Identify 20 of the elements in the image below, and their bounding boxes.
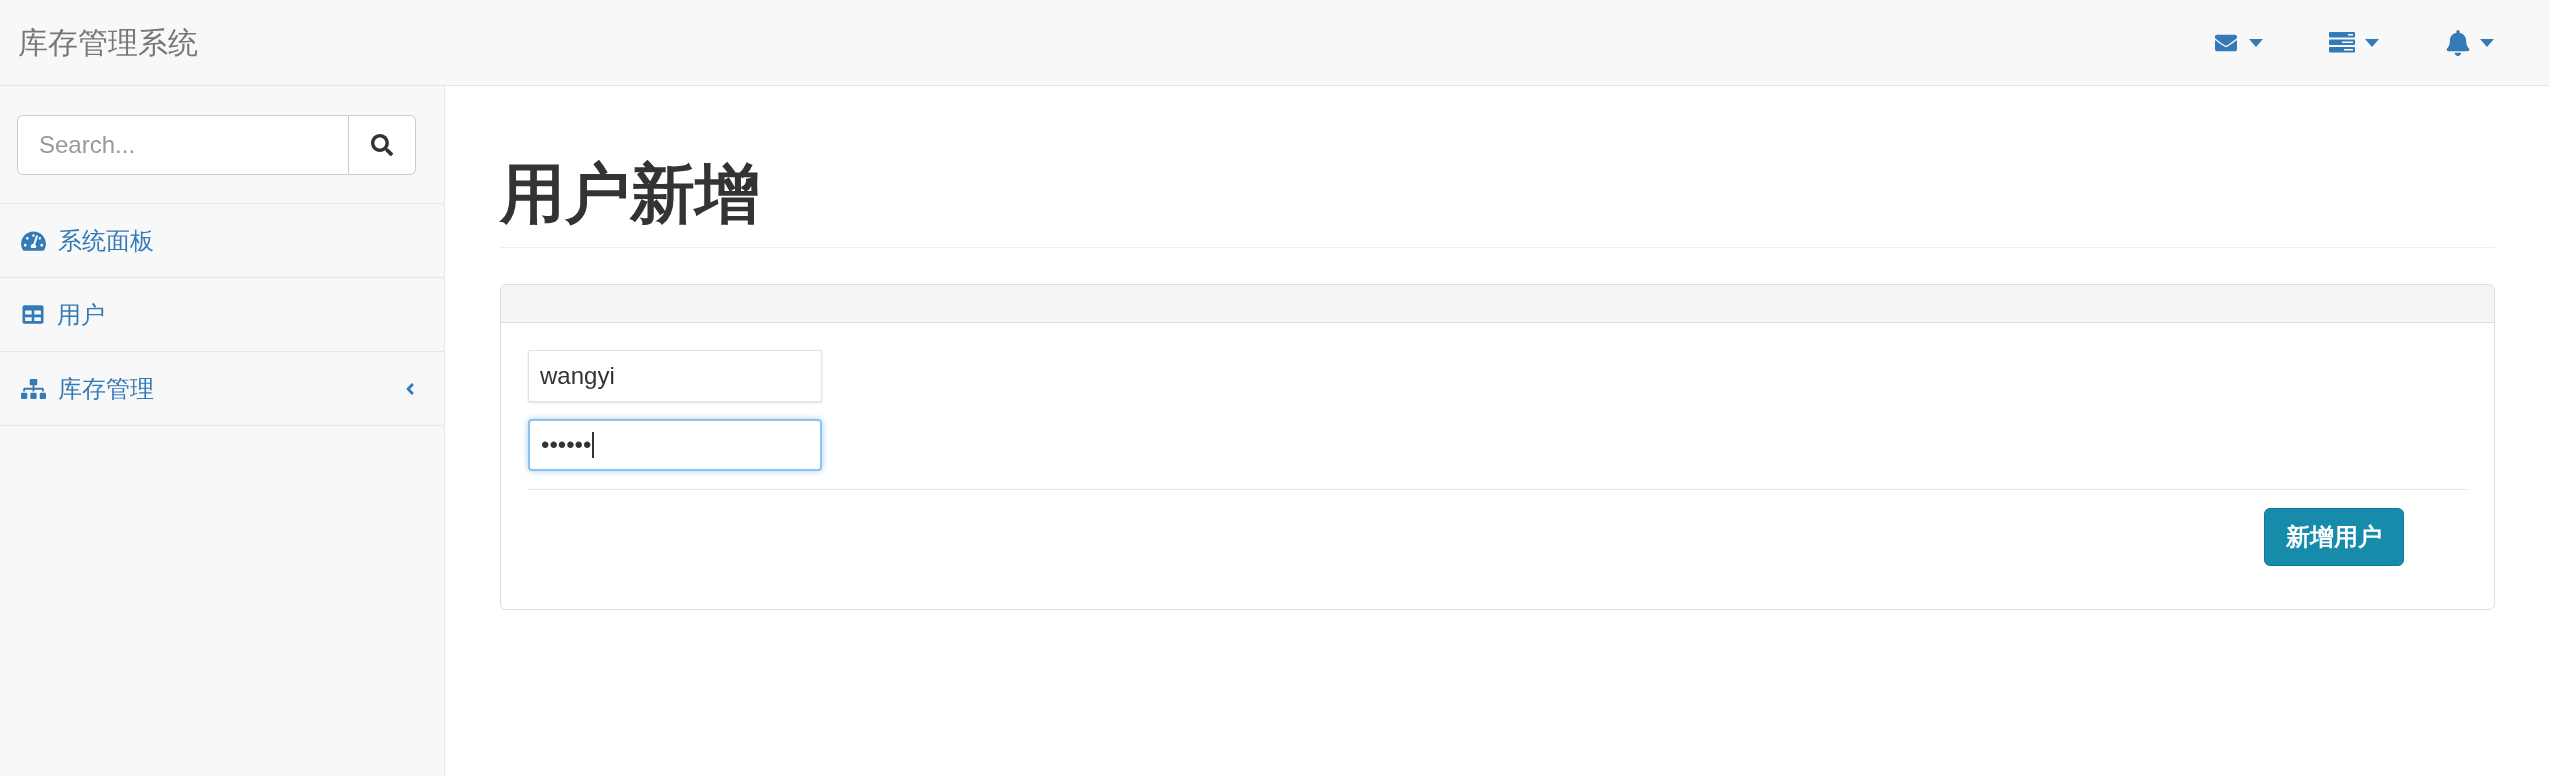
- table-icon: [21, 304, 45, 325]
- gauge-icon: [21, 229, 46, 252]
- add-user-button[interactable]: 新增用户: [2264, 507, 2404, 566]
- sidebar-link[interactable]: 用户: [57, 296, 105, 333]
- caret-down-icon: [2365, 38, 2379, 47]
- sidebar-link[interactable]: 库存管理: [58, 370, 154, 407]
- caret-down-icon: [2480, 38, 2494, 47]
- brand-title[interactable]: 库存管理系统: [18, 20, 198, 65]
- hierarchy-icon: [21, 377, 46, 400]
- input-field[interactable]: wangyi: [528, 349, 822, 402]
- sidebar-link[interactable]: 系统面板: [58, 222, 154, 259]
- input-field[interactable]: ••••••: [528, 418, 822, 471]
- search-button[interactable]: [349, 115, 416, 175]
- caret-down-icon: [2249, 38, 2263, 47]
- search-icon: [371, 134, 393, 156]
- bell-icon: [2446, 29, 2470, 56]
- stacked-bars-icon: [2329, 32, 2355, 53]
- page-title: 用户新增: [500, 158, 761, 230]
- search-field[interactable]: Search...: [17, 115, 349, 175]
- text-cursor-icon: [592, 431, 595, 458]
